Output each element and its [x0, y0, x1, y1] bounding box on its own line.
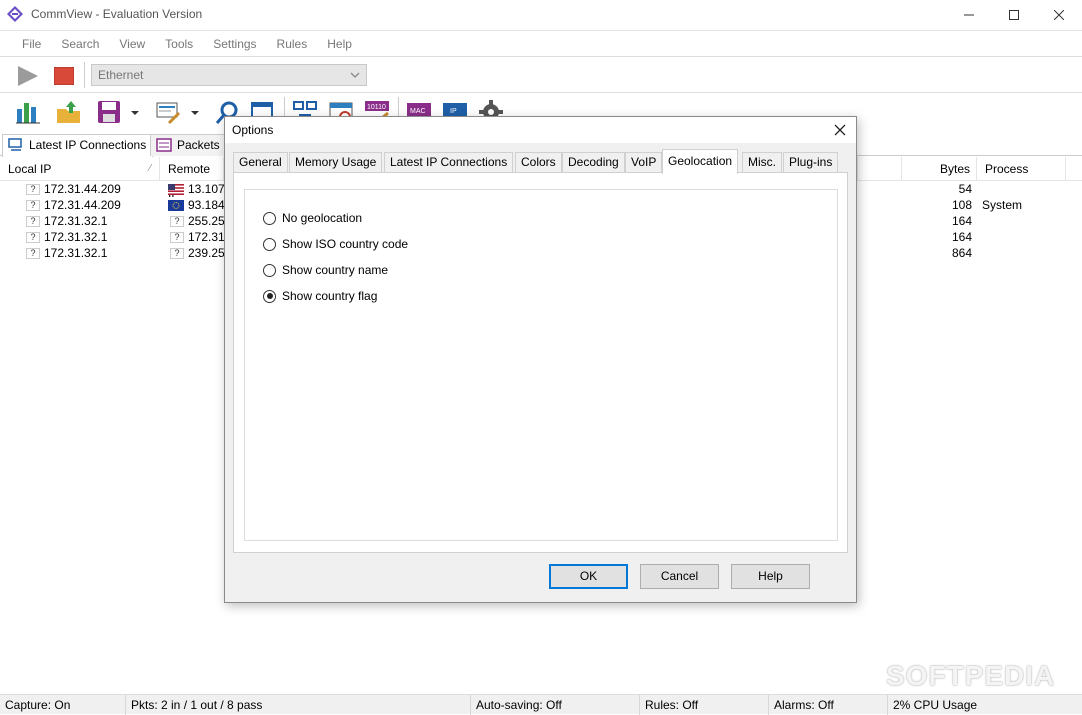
- ok-button[interactable]: OK: [549, 564, 628, 589]
- unknown-country-icon: ?: [26, 216, 40, 228]
- stop-capture-button[interactable]: [54, 67, 74, 85]
- dialog-title: Options: [232, 123, 274, 137]
- radio-button[interactable]: [263, 237, 276, 251]
- sort-icon: ⁄: [149, 163, 151, 174]
- eu-flag-icon: [168, 200, 184, 212]
- minimize-button[interactable]: [946, 0, 992, 30]
- geolocation-group: No geolocation Show ISO country code Sho…: [244, 189, 838, 541]
- radio-show-country-flag[interactable]: Show country flag: [263, 288, 377, 304]
- svg-text:10110: 10110: [367, 104, 386, 111]
- status-cpu: 2% CPU Usage: [893, 698, 978, 712]
- radio-button-checked[interactable]: [263, 289, 276, 303]
- close-icon: [1054, 10, 1064, 20]
- network-icon: [8, 138, 22, 151]
- status-alarms: Alarms: Off: [769, 695, 888, 715]
- menu-settings[interactable]: Settings: [203, 32, 266, 56]
- dialog-title-bar: Options: [225, 117, 856, 143]
- edit-dropdown-icon[interactable]: [188, 99, 202, 125]
- softpedia-watermark: SOFTPEDIA: [886, 660, 1056, 691]
- radio-no-geolocation[interactable]: No geolocation: [263, 210, 362, 226]
- tab-label: Packets: [177, 138, 220, 152]
- unknown-country-icon: ?: [26, 248, 40, 260]
- commview-app-icon: [7, 6, 23, 22]
- menu-bar: File Search View Tools Settings Rules He…: [0, 30, 1082, 56]
- unknown-country-icon: ?: [170, 216, 184, 228]
- dialog-close-icon[interactable]: [832, 122, 848, 138]
- radio-show-country-name[interactable]: Show country name: [263, 262, 388, 278]
- svg-text:MAC: MAC: [410, 108, 426, 115]
- status-capture: Capture: On: [0, 695, 126, 715]
- tab-general[interactable]: General: [233, 152, 288, 173]
- column-filler: [857, 157, 902, 181]
- tab-plug-ins[interactable]: Plug-ins: [783, 152, 839, 173]
- minimize-icon: [964, 14, 974, 16]
- radio-button[interactable]: [263, 211, 276, 225]
- options-dialog: Options General Memory Usage Latest IP C…: [224, 116, 857, 603]
- close-window-button[interactable]: [1036, 0, 1082, 30]
- cancel-button[interactable]: Cancel: [640, 564, 719, 589]
- tab-colors[interactable]: Colors: [515, 152, 562, 173]
- us-flag-icon: [168, 184, 184, 196]
- status-packets: Pkts: 2 in / 1 out / 8 pass: [126, 695, 471, 715]
- edit-icon[interactable]: [155, 99, 181, 125]
- open-folder-icon[interactable]: [56, 99, 82, 125]
- unknown-country-icon: ?: [26, 200, 40, 212]
- chevron-down-icon: [350, 72, 360, 78]
- column-bytes[interactable]: Bytes: [902, 157, 977, 181]
- unknown-country-icon: ?: [26, 184, 40, 196]
- statistics-icon[interactable]: [15, 99, 41, 125]
- status-autosave: Auto-saving: Off: [471, 695, 640, 715]
- start-capture-button[interactable]: [16, 66, 40, 86]
- window-title: CommView - Evaluation Version: [31, 7, 203, 21]
- save-icon[interactable]: [96, 99, 122, 125]
- column-remote-ip[interactable]: Remote IP: [160, 157, 224, 200]
- geolocation-panel: No geolocation Show ISO country code Sho…: [233, 172, 848, 553]
- menu-rules[interactable]: Rules: [267, 32, 318, 56]
- radio-show-iso-country-code[interactable]: Show ISO country code: [263, 236, 408, 252]
- menu-file[interactable]: File: [12, 32, 51, 56]
- maximize-icon: [1009, 10, 1019, 20]
- tab-misc[interactable]: Misc.: [742, 152, 782, 173]
- toolbar-separator: [84, 62, 85, 88]
- status-rules: Rules: Off: [640, 695, 769, 715]
- tab-packets[interactable]: Packets: [150, 134, 227, 156]
- save-dropdown-icon[interactable]: [128, 99, 142, 125]
- adapter-select-value: Ethernet: [98, 68, 144, 82]
- status-bar: Capture: On Pkts: 2 in / 1 out / 8 pass …: [0, 694, 1082, 715]
- help-button[interactable]: Help: [731, 564, 810, 589]
- capture-toolbar: Ethernet: [0, 56, 1082, 92]
- tab-latest-ip-connections-options[interactable]: Latest IP Connections: [384, 152, 514, 173]
- unknown-country-icon: ?: [26, 232, 40, 244]
- column-local-ip[interactable]: Local IP ⁄: [0, 157, 160, 181]
- tab-geolocation[interactable]: Geolocation: [662, 149, 739, 174]
- adapter-select[interactable]: Ethernet: [91, 64, 367, 86]
- column-process[interactable]: Process: [977, 157, 1066, 181]
- tab-label: Latest IP Connections: [29, 138, 147, 152]
- menu-view[interactable]: View: [109, 32, 155, 56]
- radio-button[interactable]: [263, 263, 276, 277]
- unknown-country-icon: ?: [170, 248, 184, 260]
- tab-memory-usage[interactable]: Memory Usage: [289, 152, 383, 173]
- tab-latest-ip-connections[interactable]: Latest IP Connections: [2, 134, 154, 157]
- title-bar: CommView - Evaluation Version: [0, 0, 1082, 30]
- maximize-button[interactable]: [991, 0, 1037, 30]
- menu-help[interactable]: Help: [317, 32, 362, 56]
- svg-text:IP: IP: [450, 108, 457, 115]
- unknown-country-icon: ?: [170, 232, 184, 244]
- tab-decoding[interactable]: Decoding: [562, 152, 625, 173]
- packets-icon: [156, 138, 172, 152]
- tab-voip[interactable]: VoIP: [625, 152, 663, 173]
- menu-search[interactable]: Search: [51, 32, 109, 56]
- menu-tools[interactable]: Tools: [155, 32, 203, 56]
